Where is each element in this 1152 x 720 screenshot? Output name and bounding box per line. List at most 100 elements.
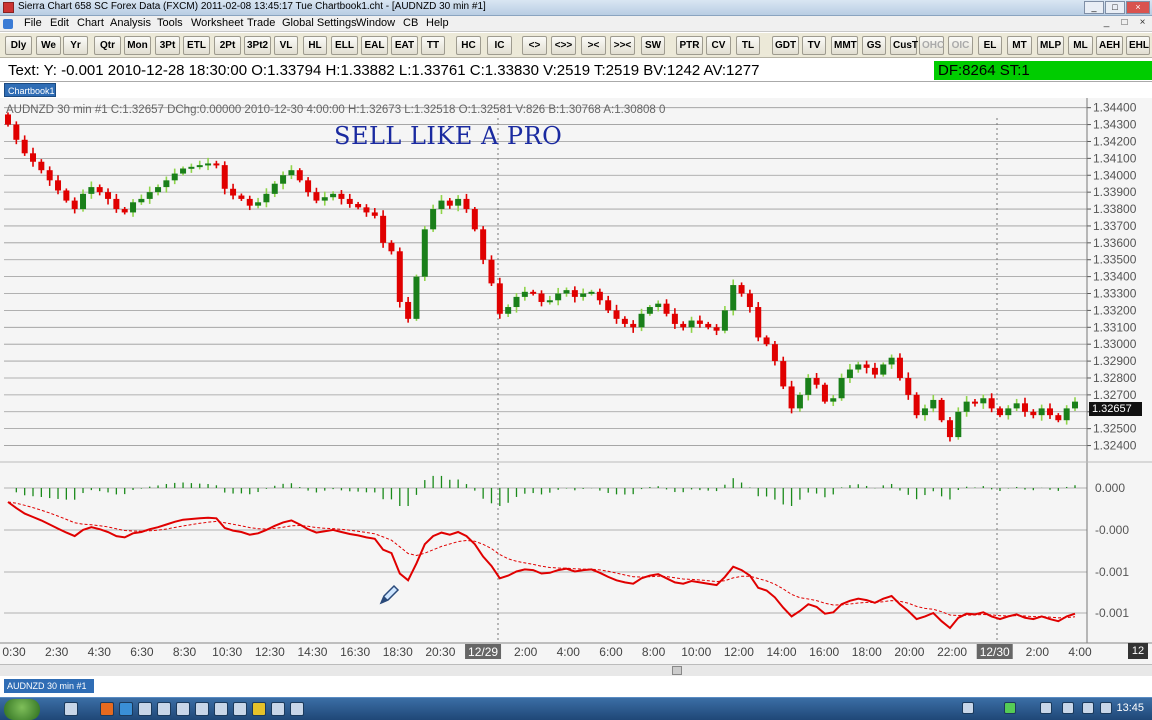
app-icon-9[interactable] — [233, 702, 247, 716]
minimize-button[interactable]: _ — [1084, 1, 1104, 14]
menu-chart[interactable]: Chart — [77, 17, 104, 29]
toolbar-button-1[interactable]: We — [36, 36, 61, 55]
menu-edit[interactable]: Edit — [50, 17, 69, 29]
tray-icon-1[interactable] — [962, 702, 974, 714]
menu-tools[interactable]: Tools — [157, 17, 183, 29]
toolbar-button-5[interactable]: 3Pt — [155, 36, 180, 55]
candle-body — [455, 198, 462, 206]
chart-window-tab[interactable]: AUDNZD 30 min #1 — [4, 679, 94, 693]
candle-body — [1013, 403, 1020, 409]
time-axis-label: 6:30 — [130, 645, 154, 659]
app-icon-10[interactable] — [252, 702, 266, 716]
menu-window[interactable]: Window — [356, 17, 395, 29]
toolbar-button-34[interactable]: MLP — [1037, 36, 1064, 55]
explorer-icon[interactable] — [64, 702, 78, 716]
candle-body — [371, 212, 378, 216]
menu-trade[interactable]: Trade — [247, 17, 275, 29]
app-icon-8[interactable] — [214, 702, 228, 716]
start-button[interactable] — [4, 699, 40, 720]
toolbar-button-37[interactable]: EHL — [1126, 36, 1150, 55]
candle-body — [888, 357, 895, 365]
price-axis-label: 1.33400 — [1093, 270, 1137, 284]
toolbar-button-8[interactable]: 3Pt2 — [244, 36, 271, 55]
candle-body — [555, 293, 562, 301]
tray-icon-2[interactable] — [1004, 702, 1016, 714]
toolbar-button-23[interactable]: CV — [706, 36, 731, 55]
candle-body — [688, 320, 695, 328]
toolbar-button-29[interactable]: CusT — [890, 36, 918, 55]
app-icon-6[interactable] — [176, 702, 190, 716]
sell-annotation[interactable]: SELL LIKE A PRO — [334, 122, 562, 150]
mdi-minimize-button[interactable]: _ — [1100, 17, 1113, 30]
app-icon-5[interactable] — [157, 702, 171, 716]
toolbar-button-3[interactable]: Qtr — [94, 36, 121, 55]
toolbar-button-7[interactable]: 2Pt — [214, 36, 241, 55]
menu-file[interactable]: File — [24, 17, 42, 29]
toolbar-button-14[interactable]: TT — [421, 36, 445, 55]
toolbar-button-15[interactable]: HC — [456, 36, 481, 55]
toolbar-button-6[interactable]: ETL — [183, 36, 210, 55]
network-icon[interactable] — [1100, 702, 1112, 714]
tray-icon-3[interactable] — [1040, 702, 1052, 714]
toolbar-button-36[interactable]: AEH — [1096, 36, 1123, 55]
candle-body — [321, 197, 328, 201]
scrollbar-thumb[interactable] — [672, 666, 682, 675]
menu-analysis[interactable]: Analysis — [110, 17, 151, 29]
toolbar-button-22[interactable]: PTR — [676, 36, 703, 55]
toolbar-button-25[interactable]: GDT — [772, 36, 799, 55]
app-icon-7[interactable] — [195, 702, 209, 716]
mdi-close-button[interactable]: × — [1136, 17, 1149, 30]
candle-body — [55, 180, 62, 191]
toolbar-button-21[interactable]: SW — [641, 36, 665, 55]
chartbook-tab[interactable]: Chartbook1 — [4, 83, 56, 97]
volume-icon[interactable] — [1082, 702, 1094, 714]
candle-body — [388, 242, 395, 252]
toolbar-button-33[interactable]: MT — [1007, 36, 1032, 55]
menu-help[interactable]: Help — [426, 17, 449, 29]
toolbar-button-4[interactable]: Mon — [124, 36, 151, 55]
app-icon-4[interactable] — [138, 702, 152, 716]
ie-icon[interactable] — [119, 702, 133, 716]
window-title: Sierra Chart 658 SC Forex Data (FXCM) 20… — [18, 1, 486, 12]
toolbar-button-20[interactable]: >>< — [610, 36, 635, 55]
candle-body — [630, 323, 637, 328]
app-icon-12[interactable] — [290, 702, 304, 716]
toolbar-button-26[interactable]: TV — [802, 36, 826, 55]
app-icon-11[interactable] — [271, 702, 285, 716]
toolbar-button-30[interactable]: OHC — [919, 36, 944, 55]
candle-body — [880, 364, 887, 375]
toolbar-button-19[interactable]: >< — [581, 36, 606, 55]
toolbar-button-27[interactable]: MMT — [831, 36, 858, 55]
tray-icon-4[interactable] — [1062, 702, 1074, 714]
toolbar-button-9[interactable]: VL — [274, 36, 298, 55]
close-button[interactable]: × — [1126, 1, 1150, 14]
candle-body — [463, 198, 470, 210]
candle-body — [821, 384, 828, 402]
toolbar-button-13[interactable]: EAT — [391, 36, 418, 55]
menu-cb[interactable]: CB — [403, 17, 418, 29]
toolbar-button-35[interactable]: ML — [1068, 36, 1093, 55]
toolbar-button-17[interactable]: <> — [522, 36, 547, 55]
toolbar-button-16[interactable]: IC — [487, 36, 512, 55]
toolbar-button-18[interactable]: <>> — [551, 36, 576, 55]
maximize-button[interactable]: □ — [1105, 1, 1125, 14]
toolbar-button-12[interactable]: EAL — [361, 36, 388, 55]
chart-area[interactable]: 1.34400 1.34300 1.34200 1.34100 1.34000 1.339… — [0, 98, 1152, 664]
toolbar-button-2[interactable]: Yr — [63, 36, 88, 55]
candle-body — [1063, 408, 1070, 421]
toolbar-button-0[interactable]: Dly — [5, 36, 32, 55]
toolbar-button-28[interactable]: GS — [862, 36, 886, 55]
horizontal-scrollbar[interactable] — [0, 664, 1152, 676]
toolbar-button-11[interactable]: ELL — [331, 36, 358, 55]
menu-global-settings[interactable]: Global Settings — [282, 17, 357, 29]
chart-svg[interactable]: 1.34400 1.34300 1.34200 1.34100 1.34000 1.339… — [0, 98, 1152, 664]
toolbar-button-24[interactable]: TL — [736, 36, 760, 55]
menu-worksheet[interactable]: Worksheet — [191, 17, 243, 29]
price-axis-label: 1.33100 — [1093, 320, 1137, 334]
toolbar-button-32[interactable]: EL — [978, 36, 1002, 55]
firefox-icon[interactable] — [100, 702, 114, 716]
toolbar-button-31[interactable]: OIC — [948, 36, 973, 55]
candle-body — [396, 251, 403, 302]
toolbar-button-10[interactable]: HL — [303, 36, 327, 55]
mdi-restore-button[interactable]: □ — [1118, 17, 1131, 30]
